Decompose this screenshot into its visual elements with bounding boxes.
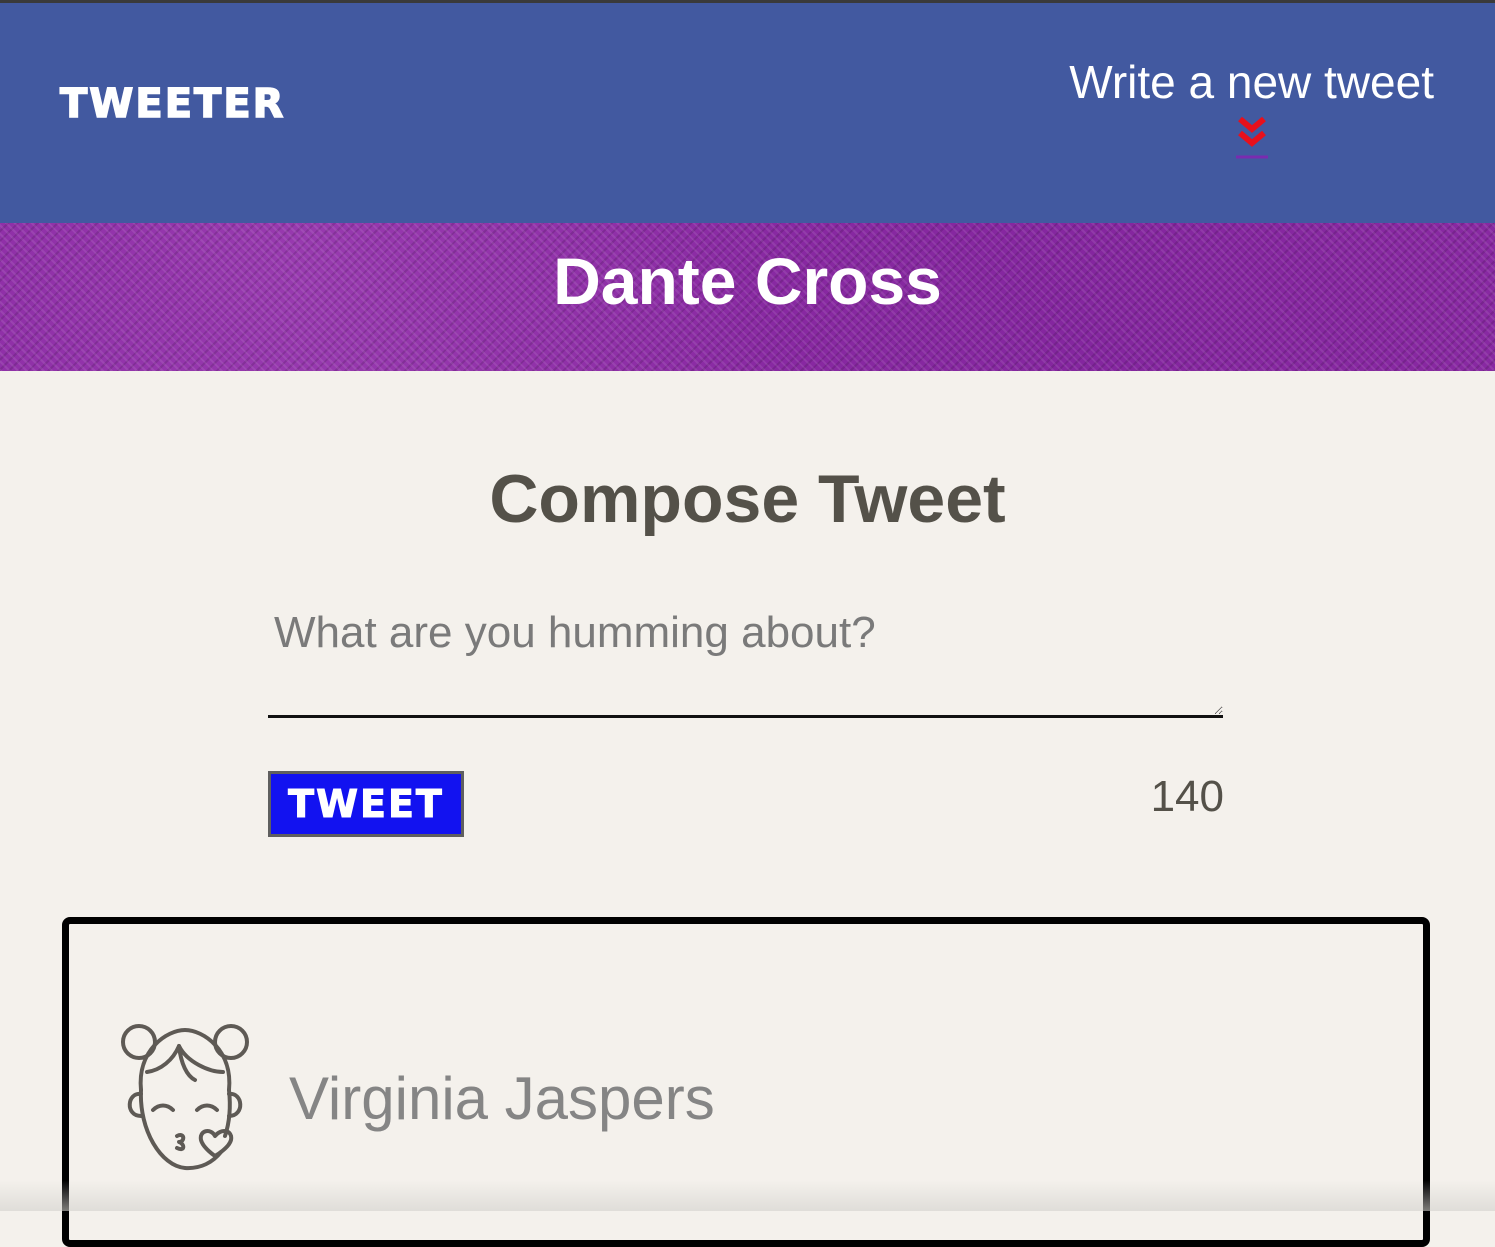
app-logo[interactable]: TWEETER	[59, 80, 285, 128]
profile-name: Dante Cross	[553, 244, 942, 318]
character-counter: 140	[1150, 772, 1224, 821]
tweet-submit-button[interactable]: TWEET	[268, 771, 464, 837]
navbar: TWEETER Write a new tweet	[0, 3, 1495, 223]
tweet-input[interactable]	[268, 600, 1223, 718]
compose-title: Compose Tweet	[489, 461, 1006, 537]
double-chevron-down-icon[interactable]	[1235, 115, 1268, 163]
tweet-author-name: Virginia Jaspers	[289, 1065, 715, 1132]
tweet-card: Virginia Jaspers	[62, 917, 1430, 1247]
profile-banner: Dante Cross	[0, 223, 1495, 371]
write-new-tweet-link[interactable]: Write a new tweet	[1069, 55, 1434, 163]
kissing-girl-avatar-icon	[121, 1024, 249, 1171]
write-new-tweet-label[interactable]: Write a new tweet	[1069, 55, 1434, 109]
